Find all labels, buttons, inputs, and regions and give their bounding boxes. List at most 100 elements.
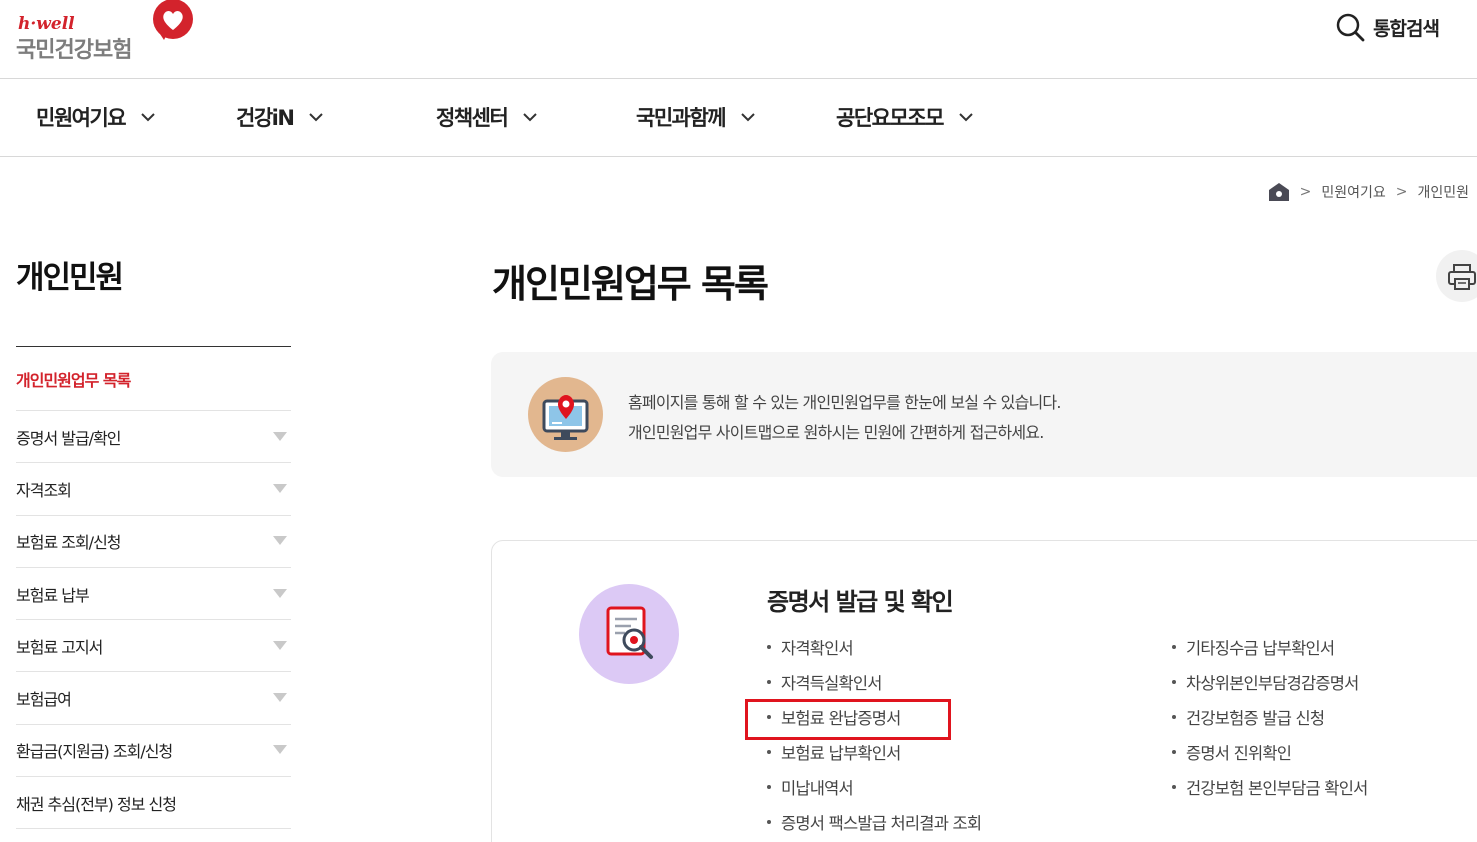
triangle-down-icon bbox=[273, 640, 287, 650]
document-search-icon bbox=[606, 606, 653, 659]
sidebar-item-benefits[interactable]: 보험급여 bbox=[16, 672, 291, 725]
info-line-2: 개인민원업무 사이트맵으로 원하시는 민원에 간편하게 접근하세요. bbox=[628, 423, 1044, 442]
link-label: 증명서 진위확인 bbox=[1186, 743, 1292, 763]
chevron-down-icon bbox=[309, 113, 324, 122]
print-button[interactable] bbox=[1436, 250, 1477, 302]
sidebar-item-premium-inquiry[interactable]: 보험료 조회/신청 bbox=[16, 516, 291, 568]
triangle-down-icon bbox=[273, 588, 287, 598]
link-label: 자격득실확인서 bbox=[781, 673, 882, 693]
gnb-item-health-in[interactable]: 건강iN bbox=[236, 102, 324, 132]
gnb-item-about-nhis[interactable]: 공단요모조모 bbox=[836, 102, 973, 132]
logo-tagline: h·well bbox=[18, 14, 75, 34]
link-unpaid-statement[interactable]: 미납내역서 bbox=[764, 769, 981, 804]
bullet bbox=[1172, 644, 1176, 649]
sidebar-item-label: 자격조회 bbox=[16, 480, 72, 500]
breadcrumb: > 민원여기요 > 개인민원 bbox=[1268, 182, 1469, 202]
certificate-section-card: 증명서 발급 및 확인 자격확인서 자격득실확인서 보험료 완납증명서 보험료 … bbox=[491, 540, 1477, 842]
gnb-item-civil-service[interactable]: 민원여기요 bbox=[36, 102, 155, 132]
chevron-down-icon bbox=[523, 113, 537, 122]
triangle-down-icon bbox=[273, 693, 287, 703]
link-label: 보험료 완납증명서 bbox=[781, 708, 901, 728]
triangle-down-icon bbox=[273, 536, 287, 546]
home-icon[interactable] bbox=[1268, 182, 1290, 202]
site-header: h·well 국민건강보험 통합검색 bbox=[0, 0, 1477, 79]
sidebar-item-eligibility[interactable]: 자격조회 bbox=[16, 463, 291, 516]
info-box: 홈페이지를 통해 할 수 있는 개인민원업무를 한눈에 보실 수 있습니다. 개… bbox=[491, 352, 1477, 477]
bullet bbox=[1172, 714, 1176, 719]
link-eligibility-certificate[interactable]: 자격확인서 bbox=[764, 629, 981, 664]
chevron-down-icon bbox=[741, 113, 755, 122]
sidebar-item-certificates[interactable]: 증명서 발급/확인 bbox=[16, 411, 291, 464]
link-label: 기타징수금 납부확인서 bbox=[1186, 638, 1335, 658]
gnb-label: 공단요모조모 bbox=[836, 106, 944, 130]
bullet bbox=[767, 819, 771, 824]
site-logo[interactable]: h·well 국민건강보험 bbox=[16, 0, 196, 68]
link-premium-paid-certificate[interactable]: 보험료 완납증명서 bbox=[744, 699, 981, 740]
sidebar-item-premium-notice[interactable]: 보험료 고지서 bbox=[16, 620, 291, 673]
page-title: 개인민원업무 목록 bbox=[492, 262, 769, 306]
sidebar-item-label: 증명서 발급/확인 bbox=[16, 428, 122, 448]
monitor-location-icon bbox=[542, 395, 589, 440]
breadcrumb-item-personal[interactable]: 개인민원 bbox=[1417, 182, 1469, 202]
breadcrumb-separator: > bbox=[1299, 184, 1312, 200]
breadcrumb-item-civil-service[interactable]: 민원여기요 bbox=[1321, 182, 1385, 202]
gnb-label: 정책센터 bbox=[436, 106, 509, 130]
search-label: 통합검색 bbox=[1373, 17, 1440, 40]
link-label: 건강보험 본인부담금 확인서 bbox=[1186, 778, 1368, 798]
section-title: 증명서 발급 및 확인 bbox=[767, 588, 954, 616]
breadcrumb-separator: > bbox=[1395, 184, 1408, 200]
sidebar-item-label: 채권 추심(전부) 정보 신청 bbox=[16, 794, 177, 814]
link-list-left: 자격확인서 자격득실확인서 보험료 완납증명서 보험료 납부확인서 미납내역서 … bbox=[744, 629, 982, 839]
gnb-label: 민원여기요 bbox=[36, 106, 127, 130]
link-fax-result-inquiry[interactable]: 증명서 팩스발급 처리결과 조회 bbox=[764, 804, 982, 839]
triangle-down-icon bbox=[273, 483, 287, 493]
bullet bbox=[767, 644, 771, 649]
link-copay-reduction-certificate[interactable]: 차상위본인부담경감증명서 bbox=[1169, 664, 1367, 699]
search-icon bbox=[1336, 13, 1365, 42]
link-label: 보험료 납부확인서 bbox=[781, 743, 901, 763]
link-label: 증명서 팩스발급 처리결과 조회 bbox=[781, 813, 982, 833]
sidebar-item-debt-collection[interactable]: 채권 추심(전부) 정보 신청 bbox=[16, 777, 291, 830]
bullet bbox=[767, 679, 771, 684]
link-label: 차상위본인부담경감증명서 bbox=[1186, 673, 1359, 693]
link-label: 건강보험증 발급 신청 bbox=[1186, 708, 1325, 728]
link-eligibility-history[interactable]: 자격득실확인서 bbox=[764, 664, 981, 699]
gnb-item-with-citizens[interactable]: 국민과함께 bbox=[636, 102, 755, 132]
sidebar-item-label: 보험료 납부 bbox=[16, 585, 90, 605]
sidebar-item-label: 보험료 조회/신청 bbox=[16, 533, 122, 553]
search-button[interactable]: 통합검색 bbox=[1335, 10, 1440, 44]
info-line-1: 홈페이지를 통해 할 수 있는 개인민원업무를 한눈에 보실 수 있습니다. bbox=[628, 393, 1061, 412]
sidebar-nav: 개인민원업무 목록 증명서 발급/확인 자격조회 보험료 조회/신청 보험료 납… bbox=[16, 346, 291, 830]
link-other-collection-payment[interactable]: 기타징수금 납부확인서 bbox=[1169, 629, 1367, 664]
link-copay-confirmation[interactable]: 건강보험 본인부담금 확인서 bbox=[1169, 769, 1368, 804]
print-icon bbox=[1448, 264, 1476, 290]
bullet bbox=[1172, 784, 1176, 789]
link-premium-payment-confirmation[interactable]: 보험료 납부확인서 bbox=[764, 734, 981, 769]
link-certificate-verification[interactable]: 증명서 진위확인 bbox=[1169, 734, 1367, 769]
link-label: 미납내역서 bbox=[781, 778, 854, 798]
sidebar-item-premium-payment[interactable]: 보험료 납부 bbox=[16, 568, 291, 621]
bullet bbox=[767, 749, 771, 754]
bullet bbox=[767, 784, 771, 789]
sidebar-item-label: 개인민원업무 목록 bbox=[16, 370, 131, 390]
triangle-down-icon bbox=[273, 745, 287, 755]
sidebar-item-label: 보험급여 bbox=[16, 690, 72, 710]
main-navigation: 민원여기요 건강iN 정책센터 국민과함께 공단요모조모 bbox=[0, 80, 1477, 157]
link-list-right: 기타징수금 납부확인서 차상위본인부담경감증명서 건강보험증 발급 신청 증명서… bbox=[1169, 629, 1368, 804]
link-insurance-card-request[interactable]: 건강보험증 발급 신청 bbox=[1169, 699, 1367, 734]
triangle-down-icon bbox=[273, 431, 287, 441]
sidebar-item-refunds[interactable]: 환급금(지원금) 조회/신청 bbox=[16, 725, 291, 778]
link-label: 자격확인서 bbox=[781, 638, 854, 658]
logo-wordmark: 국민건강보험 bbox=[16, 38, 132, 63]
chevron-down-icon bbox=[959, 113, 973, 122]
gnb-item-policy-center[interactable]: 정책센터 bbox=[436, 102, 537, 132]
gnb-label: 국민과함께 bbox=[636, 106, 727, 130]
bullet bbox=[1172, 679, 1176, 684]
info-illustration bbox=[528, 377, 603, 452]
sidebar-item-label: 환급금(지원금) 조회/신청 bbox=[16, 742, 173, 762]
sidebar-title: 개인민원 bbox=[16, 260, 124, 296]
sidebar-item-label: 보험료 고지서 bbox=[16, 637, 103, 657]
sidebar-item-task-list[interactable]: 개인민원업무 목록 bbox=[16, 347, 291, 411]
card-illustration bbox=[579, 584, 679, 684]
bullet bbox=[1172, 749, 1176, 754]
